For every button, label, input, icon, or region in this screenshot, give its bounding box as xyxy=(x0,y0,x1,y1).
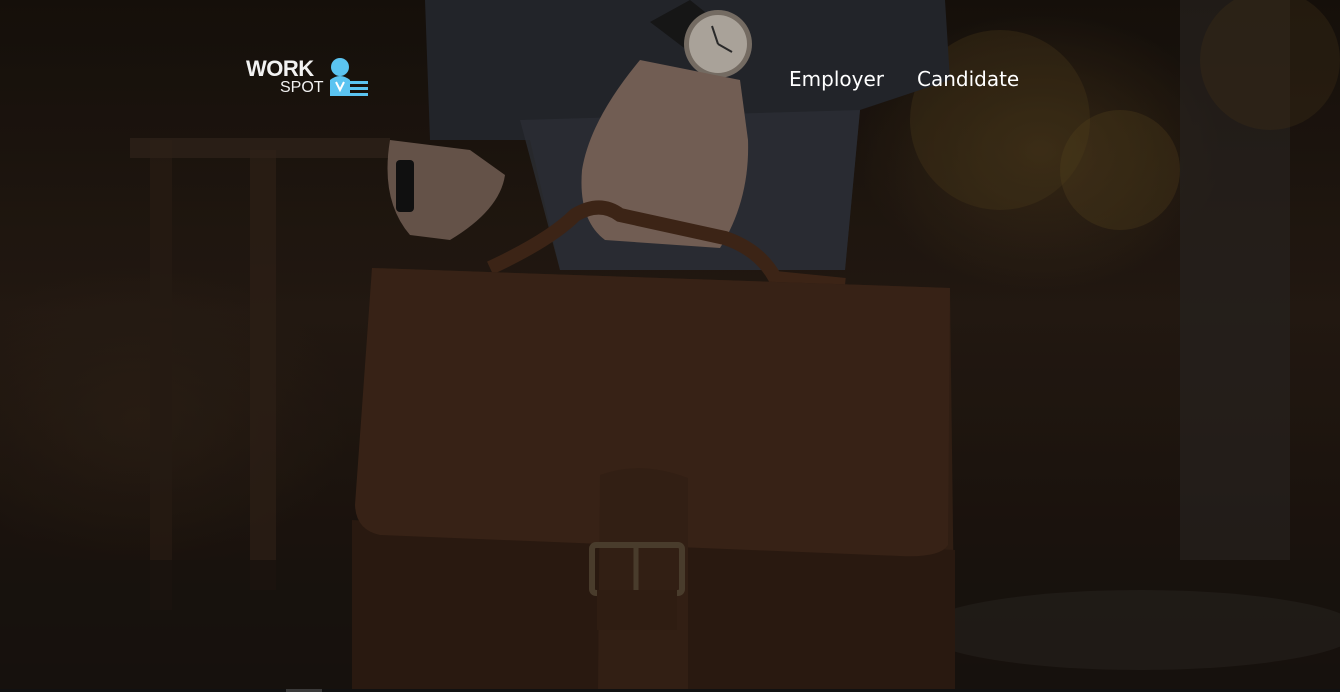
logo-word: WORK xyxy=(246,56,314,81)
logo-sub: SPOT xyxy=(280,79,324,96)
workspot-logo[interactable]: WORK SPOT xyxy=(244,56,374,102)
hero-background-image xyxy=(0,0,1340,692)
hero-section: WORK SPOT Employer Candidate xyxy=(0,0,1340,692)
nav-link-employer[interactable]: Employer xyxy=(789,66,884,92)
nav-link-candidate[interactable]: Candidate xyxy=(917,66,1019,92)
main-nav: Employer Candidate xyxy=(789,66,1019,92)
